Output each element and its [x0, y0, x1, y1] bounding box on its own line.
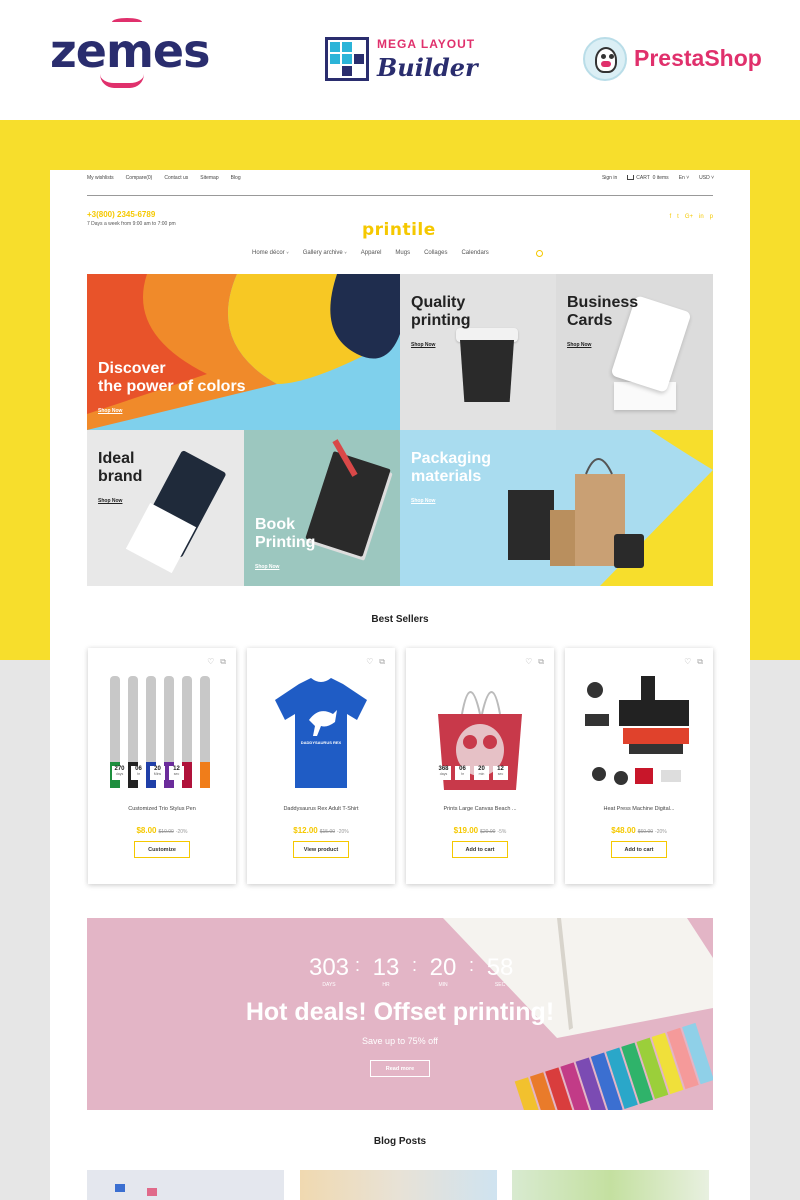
- product-name[interactable]: Daddysaurus Rex Adult T-Shirt: [247, 806, 395, 812]
- quality-title: Quality printing: [411, 294, 471, 330]
- prestashop-penguin-icon: [583, 37, 627, 81]
- link-sitemap[interactable]: Sitemap: [200, 175, 218, 181]
- wishlist-heart-icon[interactable]: ♡: [366, 657, 373, 667]
- product-name[interactable]: Customized Trio Stylus Pen: [88, 806, 236, 812]
- product-card[interactable]: ♡ ⧉ 270 days 06 hr 20 Mins 12 sec Customized …: [88, 648, 236, 884]
- view-product-button[interactable]: View product: [293, 841, 349, 858]
- language-select[interactable]: En ˅: [679, 175, 689, 181]
- blog-post-image[interactable]: [87, 1170, 284, 1200]
- paper-shapes-image: [87, 274, 400, 430]
- pinterest-icon[interactable]: p: [710, 214, 713, 220]
- zemes-logo: zemes: [50, 24, 210, 78]
- store-logo[interactable]: printile: [362, 220, 436, 240]
- coffee-cup-image: [460, 340, 514, 402]
- shirt-print-text: DADDYSAURUS REX: [300, 740, 342, 745]
- product-price: $19.00 $20.00 -5%: [453, 826, 507, 835]
- google-plus-icon[interactable]: G+: [685, 214, 693, 220]
- add-to-cart-button[interactable]: Add to cart: [452, 841, 508, 858]
- product-card[interactable]: ♡ ⧉ Heat Press Machine Digital... $48.00 $…: [565, 648, 713, 884]
- product-card[interactable]: ♡ ⧉ DADDYSAURUS REX Daddysaurus Rex Adult…: [247, 648, 395, 884]
- business-title: Business Cards: [567, 294, 639, 330]
- compare-icon[interactable]: ⧉: [697, 657, 703, 667]
- hot-deals-banner: 303 DAYS : 13 HR : 20 MIN : 58 SEC Hot deals…: [87, 918, 713, 1110]
- packaging-title: Packaging materials: [411, 450, 492, 486]
- cart-icon: [627, 175, 635, 181]
- deal-title: Hot deals! Offset printing!: [245, 998, 555, 1026]
- mlb-line2: Builder: [377, 53, 478, 82]
- product-card[interactable]: ♡ ⧉ 368 days 06 hr 20 min 12 sec Prints Large…: [406, 648, 554, 884]
- banner-book-printing[interactable]: Book Printing Shop Now: [244, 430, 400, 586]
- divider: [87, 195, 713, 196]
- link-compare[interactable]: Compare(0): [126, 175, 153, 181]
- packaging-shop-now[interactable]: Shop Now: [411, 498, 435, 504]
- main-navigation: Home décor ˅ Gallery archive ˅ Apparel M…: [252, 250, 489, 256]
- prestashop-logo-text: PrestaShop: [634, 45, 762, 71]
- twitter-icon[interactable]: t: [677, 214, 679, 220]
- product-name[interactable]: Heat Press Machine Digital...: [565, 806, 713, 812]
- top-links: My wishlists Compare(0) Contact us Sitem…: [87, 175, 241, 181]
- wishlist-heart-icon[interactable]: ♡: [684, 657, 691, 667]
- business-shop-now[interactable]: Shop Now: [567, 342, 591, 348]
- read-more-button[interactable]: Read more: [370, 1060, 430, 1077]
- banner-quality-printing[interactable]: Quality printing Shop Now: [400, 274, 556, 430]
- nav-mugs[interactable]: Mugs: [395, 250, 410, 256]
- mlb-line1: MEGA LAYOUT: [377, 37, 476, 51]
- compare-icon[interactable]: ⧉: [379, 657, 385, 667]
- deal-subtitle: Save up to 75% off: [362, 1036, 438, 1046]
- product-countdown: 270 days 06 hr 20 Mins 12 sec: [112, 766, 184, 780]
- product-countdown: 368 days 06 hr 20 min 12 sec: [436, 766, 508, 780]
- nav-home-decor[interactable]: Home décor ˅: [252, 250, 289, 256]
- ideal-shop-now[interactable]: Shop Now: [98, 498, 122, 504]
- product-price: $8.00 $10.00 -20%: [136, 826, 188, 835]
- search-icon[interactable]: [536, 250, 543, 257]
- wishlist-heart-icon[interactable]: ♡: [207, 657, 214, 667]
- brand-header: zemes MEGA LAYOUT Builder PrestaShop: [0, 0, 800, 120]
- discover-shop-now[interactable]: Shop Now: [98, 408, 122, 414]
- book-shop-now[interactable]: Shop Now: [255, 564, 279, 570]
- link-wishlists[interactable]: My wishlists: [87, 175, 114, 181]
- currency-select[interactable]: USD ˅: [699, 175, 714, 181]
- blog-post-image[interactable]: [300, 1170, 497, 1200]
- discover-title: Discover the power of colors: [98, 360, 246, 396]
- cart-button[interactable]: CART 0 items: [627, 175, 669, 181]
- social-links: f t G+ in p: [669, 214, 713, 220]
- facebook-icon[interactable]: f: [669, 214, 671, 220]
- book-title: Book Printing: [255, 516, 316, 552]
- banner-packaging[interactable]: Packaging materials Shop Now: [400, 430, 713, 586]
- product-price: $12.00 $15.00 -20%: [293, 826, 349, 835]
- link-blog[interactable]: Blog: [231, 175, 241, 181]
- tshirt-image: [275, 678, 367, 788]
- add-to-cart-button[interactable]: Add to cart: [611, 841, 667, 858]
- blog-posts-title: Blog Posts: [373, 1136, 427, 1147]
- customize-button[interactable]: Customize: [134, 841, 190, 858]
- link-contact[interactable]: Contact us: [164, 175, 188, 181]
- banner-business-cards[interactable]: Business Cards Shop Now: [556, 274, 713, 430]
- linkedin-icon[interactable]: in: [699, 214, 704, 220]
- account-bar: Sign in CART 0 items En ˅ USD ˅: [602, 175, 714, 181]
- wishlist-heart-icon[interactable]: ♡: [525, 657, 532, 667]
- sign-in-link[interactable]: Sign in: [602, 175, 617, 181]
- store-preview: My wishlists Compare(0) Contact us Sitem…: [50, 170, 750, 1200]
- blog-post-image[interactable]: [512, 1170, 709, 1200]
- banner-ideal-brand[interactable]: Ideal brand Shop Now: [87, 430, 244, 586]
- nav-gallery-archive[interactable]: Gallery archive ˅: [303, 250, 347, 256]
- compare-icon[interactable]: ⧉: [220, 657, 226, 667]
- deal-countdown: 303 DAYS : 13 HR : 20 MIN : 58 SEC: [308, 954, 514, 988]
- store-phone[interactable]: +3(800) 2345-6789: [87, 210, 155, 219]
- store-hours: 7 Days a week from 9:00 am to 7:00 pm: [87, 221, 176, 227]
- product-price: $48.00 $60.00 -20%: [611, 826, 667, 835]
- nav-collages[interactable]: Collages: [424, 250, 447, 256]
- heat-press-image: [585, 676, 689, 785]
- banner-discover[interactable]: Discover the power of colors Shop Now: [87, 274, 400, 430]
- best-sellers-title: Best Sellers: [371, 614, 429, 625]
- ideal-title: Ideal brand: [98, 450, 143, 486]
- grid-icon: [325, 37, 369, 81]
- nav-calendars[interactable]: Calendars: [461, 250, 488, 256]
- quality-shop-now[interactable]: Shop Now: [411, 342, 435, 348]
- nav-apparel[interactable]: Apparel: [361, 250, 382, 256]
- compare-icon[interactable]: ⧉: [538, 657, 544, 667]
- product-name[interactable]: Prints Large Canvas Beach ...: [406, 806, 554, 812]
- zemes-logo-smile: [100, 74, 144, 88]
